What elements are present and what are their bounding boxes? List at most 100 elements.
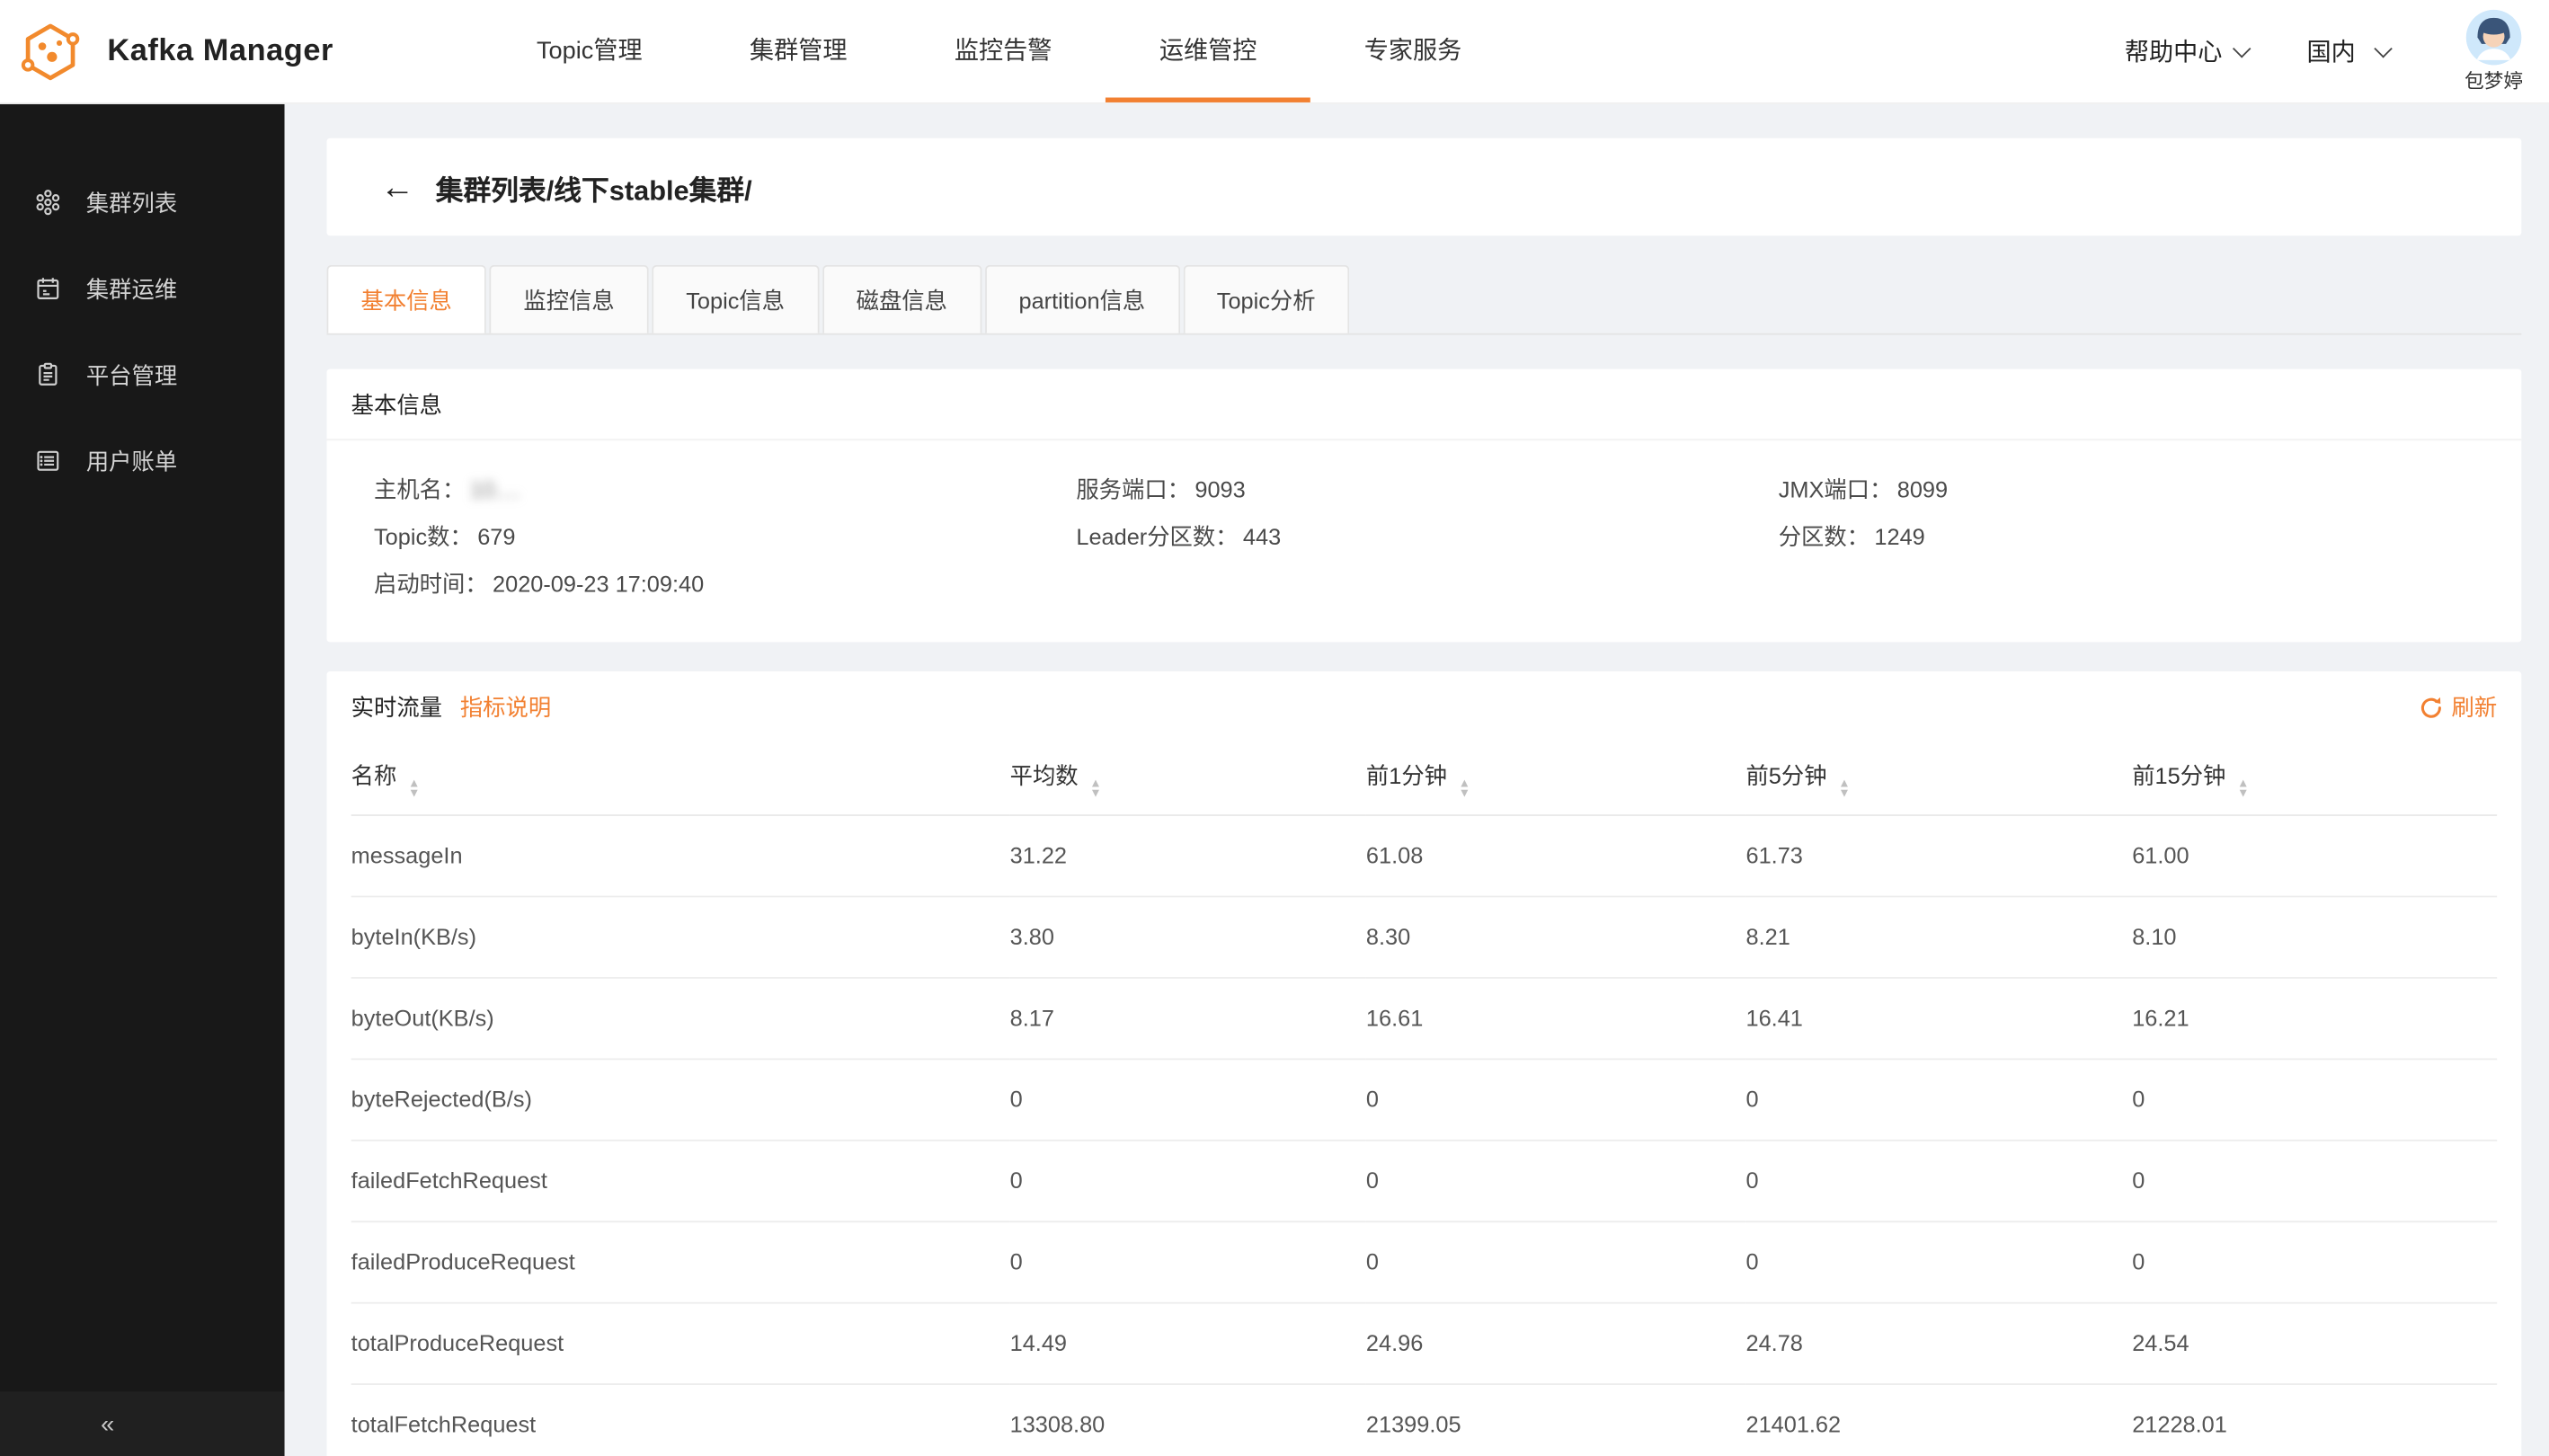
column-header[interactable]: 平均数 ▲▼ <box>1010 743 1366 815</box>
sidebar-menu: 集群列表集群运维平台管理用户账单 <box>0 104 285 504</box>
help-center-label: 帮助中心 <box>2125 34 2223 68</box>
caret-down-icon: ▼ <box>408 788 420 797</box>
collapse-icon: « <box>101 1410 114 1438</box>
nav-item[interactable]: Topic管理 <box>483 0 696 102</box>
region-menu[interactable]: 国内 <box>2306 34 2389 68</box>
sort-icon[interactable]: ▲▼ <box>2237 779 2249 797</box>
metric-value-cell: 0 <box>1010 1140 1366 1221</box>
nav-item[interactable]: 专家服务 <box>1310 0 1515 102</box>
metric-value-cell: 8.30 <box>1366 896 1746 977</box>
table-row: failedFetchRequest0000 <box>351 1140 2497 1221</box>
refresh-icon <box>2419 695 2443 719</box>
metric-value-cell: 8.10 <box>2132 896 2497 977</box>
sidebar-item[interactable]: 集群运维 <box>0 245 285 332</box>
user-menu[interactable]: 包梦婷 <box>2465 9 2523 93</box>
help-center-menu[interactable]: 帮助中心 <box>2125 34 2248 68</box>
tab[interactable]: 监控信息 <box>489 265 648 333</box>
screen: Kafka Manager Topic管理集群管理监控告警运维管控专家服务 帮助… <box>0 0 2549 1456</box>
metric-value-cell: 0 <box>2132 1058 2497 1139</box>
field-value: 679 <box>477 523 515 549</box>
field-label: 主机名： <box>374 473 465 505</box>
metric-value-cell: 61.08 <box>1366 814 1746 895</box>
sidebar-item-label: 集群运维 <box>86 272 177 305</box>
metric-value-cell: 61.73 <box>1745 814 2132 895</box>
metric-value-cell: 0 <box>1366 1140 1746 1221</box>
metric-name-cell: totalFetchRequest <box>351 1383 1010 1456</box>
metric-value-cell: 0 <box>1366 1058 1746 1139</box>
app-logo-icon[interactable] <box>16 17 84 85</box>
info-field: 分区数：1249 <box>1779 520 2497 553</box>
sort-icon[interactable]: ▲▼ <box>408 779 420 797</box>
info-field: 服务端口：9093 <box>1076 473 1778 505</box>
basic-info-title: 基本信息 <box>351 387 442 420</box>
sort-icon[interactable]: ▲▼ <box>1089 779 1101 797</box>
column-header[interactable]: 前1分钟 ▲▼ <box>1366 743 1746 815</box>
tab[interactable]: partition信息 <box>985 265 1180 333</box>
column-label: 前15分钟 <box>2132 763 2225 789</box>
tab[interactable]: Topic分析 <box>1183 265 1350 333</box>
metric-value-cell: 0 <box>2132 1140 2497 1221</box>
table-row: failedProduceRequest0000 <box>351 1221 2497 1301</box>
metric-value-cell: 31.22 <box>1010 814 1366 895</box>
basic-info-header: 基本信息 <box>327 369 2522 441</box>
field-label: Topic数： <box>374 520 473 553</box>
column-header[interactable]: 前5分钟 ▲▼ <box>1745 743 2132 815</box>
column-label: 前1分钟 <box>1366 763 1447 789</box>
column-header[interactable]: 名称 ▲▼ <box>351 743 1010 815</box>
platform-manage-icon <box>34 361 62 389</box>
table-row: byteRejected(B/s)0000 <box>351 1058 2497 1139</box>
sidebar-collapse-button[interactable]: « <box>0 1391 285 1456</box>
column-label: 名称 <box>351 763 397 789</box>
metric-value-cell: 14.49 <box>1010 1302 1366 1383</box>
nav-item[interactable]: 集群管理 <box>696 0 901 102</box>
column-header[interactable]: 前15分钟 ▲▼ <box>2132 743 2497 815</box>
cluster-list-icon <box>34 189 62 217</box>
metric-value-cell: 0 <box>1010 1221 1366 1301</box>
region-label: 国内 <box>2306 34 2355 68</box>
field-value: 443 <box>1243 523 1281 549</box>
caret-down-icon: ▼ <box>1838 788 1850 797</box>
metric-value-cell: 16.61 <box>1366 977 1746 1058</box>
metric-value-cell: 8.17 <box>1010 977 1366 1058</box>
column-label: 前5分钟 <box>1745 763 1826 789</box>
metric-help-link[interactable]: 指标说明 <box>460 691 551 724</box>
metric-value-cell: 21401.62 <box>1745 1383 2132 1456</box>
realtime-traffic-card: 实时流量 指标说明 刷新 名称▲▼平均数▲▼前1分钟▲▼前5分钟▲▼前15分钟▲… <box>327 671 2522 1456</box>
sidebar-item[interactable]: 用户账单 <box>0 418 285 504</box>
chevron-down-icon <box>2233 39 2251 57</box>
nav-item[interactable]: 运维管控 <box>1106 0 1310 102</box>
metric-value-cell: 0 <box>1010 1058 1366 1139</box>
field-label: Leader分区数： <box>1076 520 1238 553</box>
user-billing-icon <box>34 447 62 475</box>
metric-value-cell: 0 <box>2132 1221 2497 1301</box>
table-row: totalFetchRequest13308.8021399.0521401.6… <box>351 1383 2497 1456</box>
tab[interactable]: 磁盘信息 <box>822 265 981 333</box>
refresh-button[interactable]: 刷新 <box>2419 691 2497 724</box>
back-button[interactable]: ← <box>380 170 414 204</box>
sidebar-item[interactable]: 平台管理 <box>0 332 285 418</box>
sort-icon[interactable]: ▲▼ <box>1459 779 1470 797</box>
sidebar-item[interactable]: 集群列表 <box>0 159 285 245</box>
basic-info-fields: 主机名：10....服务端口：9093JMX端口：8099 Topic数：679 L… <box>327 440 2522 642</box>
metric-name-cell: messageIn <box>351 814 1010 895</box>
column-label: 平均数 <box>1010 763 1079 789</box>
sort-icon[interactable]: ▲▼ <box>1838 779 1850 797</box>
sidebar-item-label: 平台管理 <box>86 359 177 391</box>
metric-value-cell: 8.21 <box>1745 896 2132 977</box>
info-field: 主机名：10.... <box>374 473 1076 505</box>
app-title: Kafka Manager <box>107 33 333 69</box>
field-label: JMX端口： <box>1779 473 1893 505</box>
nav-item[interactable]: 监控告警 <box>901 0 1106 102</box>
metric-name-cell: byteIn(KB/s) <box>351 896 1010 977</box>
tab[interactable]: Topic信息 <box>652 265 819 333</box>
main-nav: Topic管理集群管理监控告警运维管控专家服务 <box>483 0 1515 102</box>
chevron-down-icon <box>2374 39 2392 57</box>
info-field: JMX端口：8099 <box>1779 473 2497 505</box>
logo-hexagon-icon <box>18 19 83 84</box>
field-label: 启动时间： <box>374 567 488 599</box>
metric-value-cell: 16.21 <box>2132 977 2497 1058</box>
cluster-ops-icon <box>34 275 62 303</box>
tab[interactable]: 基本信息 <box>327 265 486 333</box>
table-row: messageIn31.2261.0861.7361.00 <box>351 814 2497 895</box>
avatar[interactable] <box>2466 9 2521 64</box>
